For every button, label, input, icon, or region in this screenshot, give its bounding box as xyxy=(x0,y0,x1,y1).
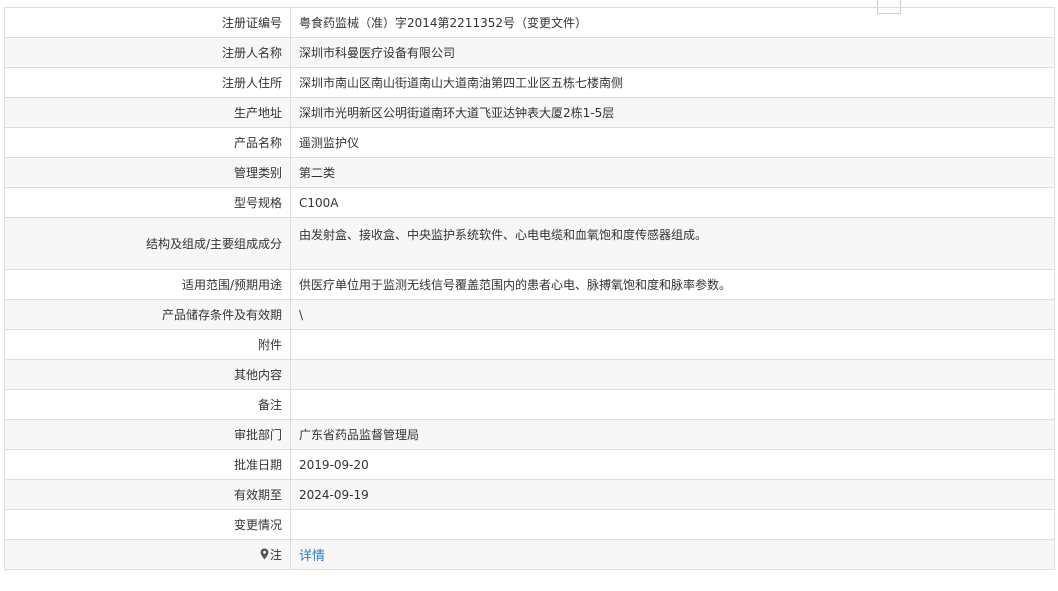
row-value: 遥测监护仪 xyxy=(290,127,1055,158)
table-row: 批准日期 2019-09-20 xyxy=(4,449,1055,480)
table-row: 审批部门 广东省药品监督管理局 xyxy=(4,419,1055,450)
row-value: 第二类 xyxy=(290,157,1055,188)
row-value: 供医疗单位用于监测无线信号覆盖范围内的患者心电、脉搏氧饱和度和脉率参数。 xyxy=(290,269,1055,300)
table-row: 产品储存条件及有效期 \ xyxy=(4,299,1055,330)
table-row: 管理类别 第二类 xyxy=(4,157,1055,188)
pin-icon xyxy=(260,548,269,560)
row-value: \ xyxy=(290,299,1055,330)
row-label: 适用范围/预期用途 xyxy=(4,269,291,300)
table-row: 结构及组成/主要组成成分 由发射盒、接收盒、中央监护系统软件、心电电缆和血氧饱和… xyxy=(4,217,1055,270)
row-label: 型号规格 xyxy=(4,187,291,218)
row-value xyxy=(290,329,1055,360)
row-label: 注册人名称 xyxy=(4,37,291,68)
registration-info-table: 注册证编号 粤食药监械（准）字2014第2211352号（变更文件） 注册人名称… xyxy=(4,7,1055,570)
row-label: 其他内容 xyxy=(4,359,291,390)
row-label: 生产地址 xyxy=(4,97,291,128)
row-value: 2019-09-20 xyxy=(290,449,1055,480)
row-value xyxy=(290,389,1055,420)
row-label: 注册证编号 xyxy=(4,7,291,38)
note-value-cell: 详情 xyxy=(290,539,1055,570)
row-label: 有效期至 xyxy=(4,479,291,510)
row-value: C100A xyxy=(290,187,1055,218)
row-value xyxy=(290,509,1055,540)
row-label: 结构及组成/主要组成成分 xyxy=(4,217,291,270)
table-row: 变更情况 xyxy=(4,509,1055,540)
row-value: 广东省药品监督管理局 xyxy=(290,419,1055,450)
row-value: 深圳市科曼医疗设备有限公司 xyxy=(290,37,1055,68)
row-value xyxy=(290,359,1055,390)
row-value: 由发射盒、接收盒、中央监护系统软件、心电电缆和血氧饱和度传感器组成。 xyxy=(290,217,1055,270)
row-label: 批准日期 xyxy=(4,449,291,480)
row-value: 深圳市南山区南山街道南山大道南油第四工业区五栋七楼南侧 xyxy=(290,67,1055,98)
note-label: 注 xyxy=(269,548,282,562)
table-row: 其他内容 xyxy=(4,359,1055,390)
table-row: 有效期至 2024-09-19 xyxy=(4,479,1055,510)
row-label: 附件 xyxy=(4,329,291,360)
row-value: 粤食药监械（准）字2014第2211352号（变更文件） xyxy=(290,7,1055,38)
row-label: 管理类别 xyxy=(4,157,291,188)
table-row: 备注 xyxy=(4,389,1055,420)
table-row: 适用范围/预期用途 供医疗单位用于监测无线信号覆盖范围内的患者心电、脉搏氧饱和度… xyxy=(4,269,1055,300)
row-label: 变更情况 xyxy=(4,509,291,540)
row-label: 备注 xyxy=(4,389,291,420)
row-label: 审批部门 xyxy=(4,419,291,450)
details-link[interactable]: 详情 xyxy=(299,549,325,564)
row-label: 产品名称 xyxy=(4,127,291,158)
table-row: 注册人名称 深圳市科曼医疗设备有限公司 xyxy=(4,37,1055,68)
table-row: 附件 xyxy=(4,329,1055,360)
row-value: 2024-09-19 xyxy=(290,479,1055,510)
table-row: 注册证编号 粤食药监械（准）字2014第2211352号（变更文件） xyxy=(4,7,1055,38)
note-label-cell: 注 xyxy=(4,539,291,570)
row-label: 注册人住所 xyxy=(4,67,291,98)
row-value: 深圳市光明新区公明街道南环大道飞亚达钟表大厦2栋1-5层 xyxy=(290,97,1055,128)
row-label: 产品储存条件及有效期 xyxy=(4,299,291,330)
table-row: 生产地址 深圳市光明新区公明街道南环大道飞亚达钟表大厦2栋1-5层 xyxy=(4,97,1055,128)
table-row: 产品名称 遥测监护仪 xyxy=(4,127,1055,158)
table-row: 型号规格 C100A xyxy=(4,187,1055,218)
table-row: 注册人住所 深圳市南山区南山街道南山大道南油第四工业区五栋七楼南侧 xyxy=(4,67,1055,98)
table-row-note: 注 详情 xyxy=(4,539,1055,570)
